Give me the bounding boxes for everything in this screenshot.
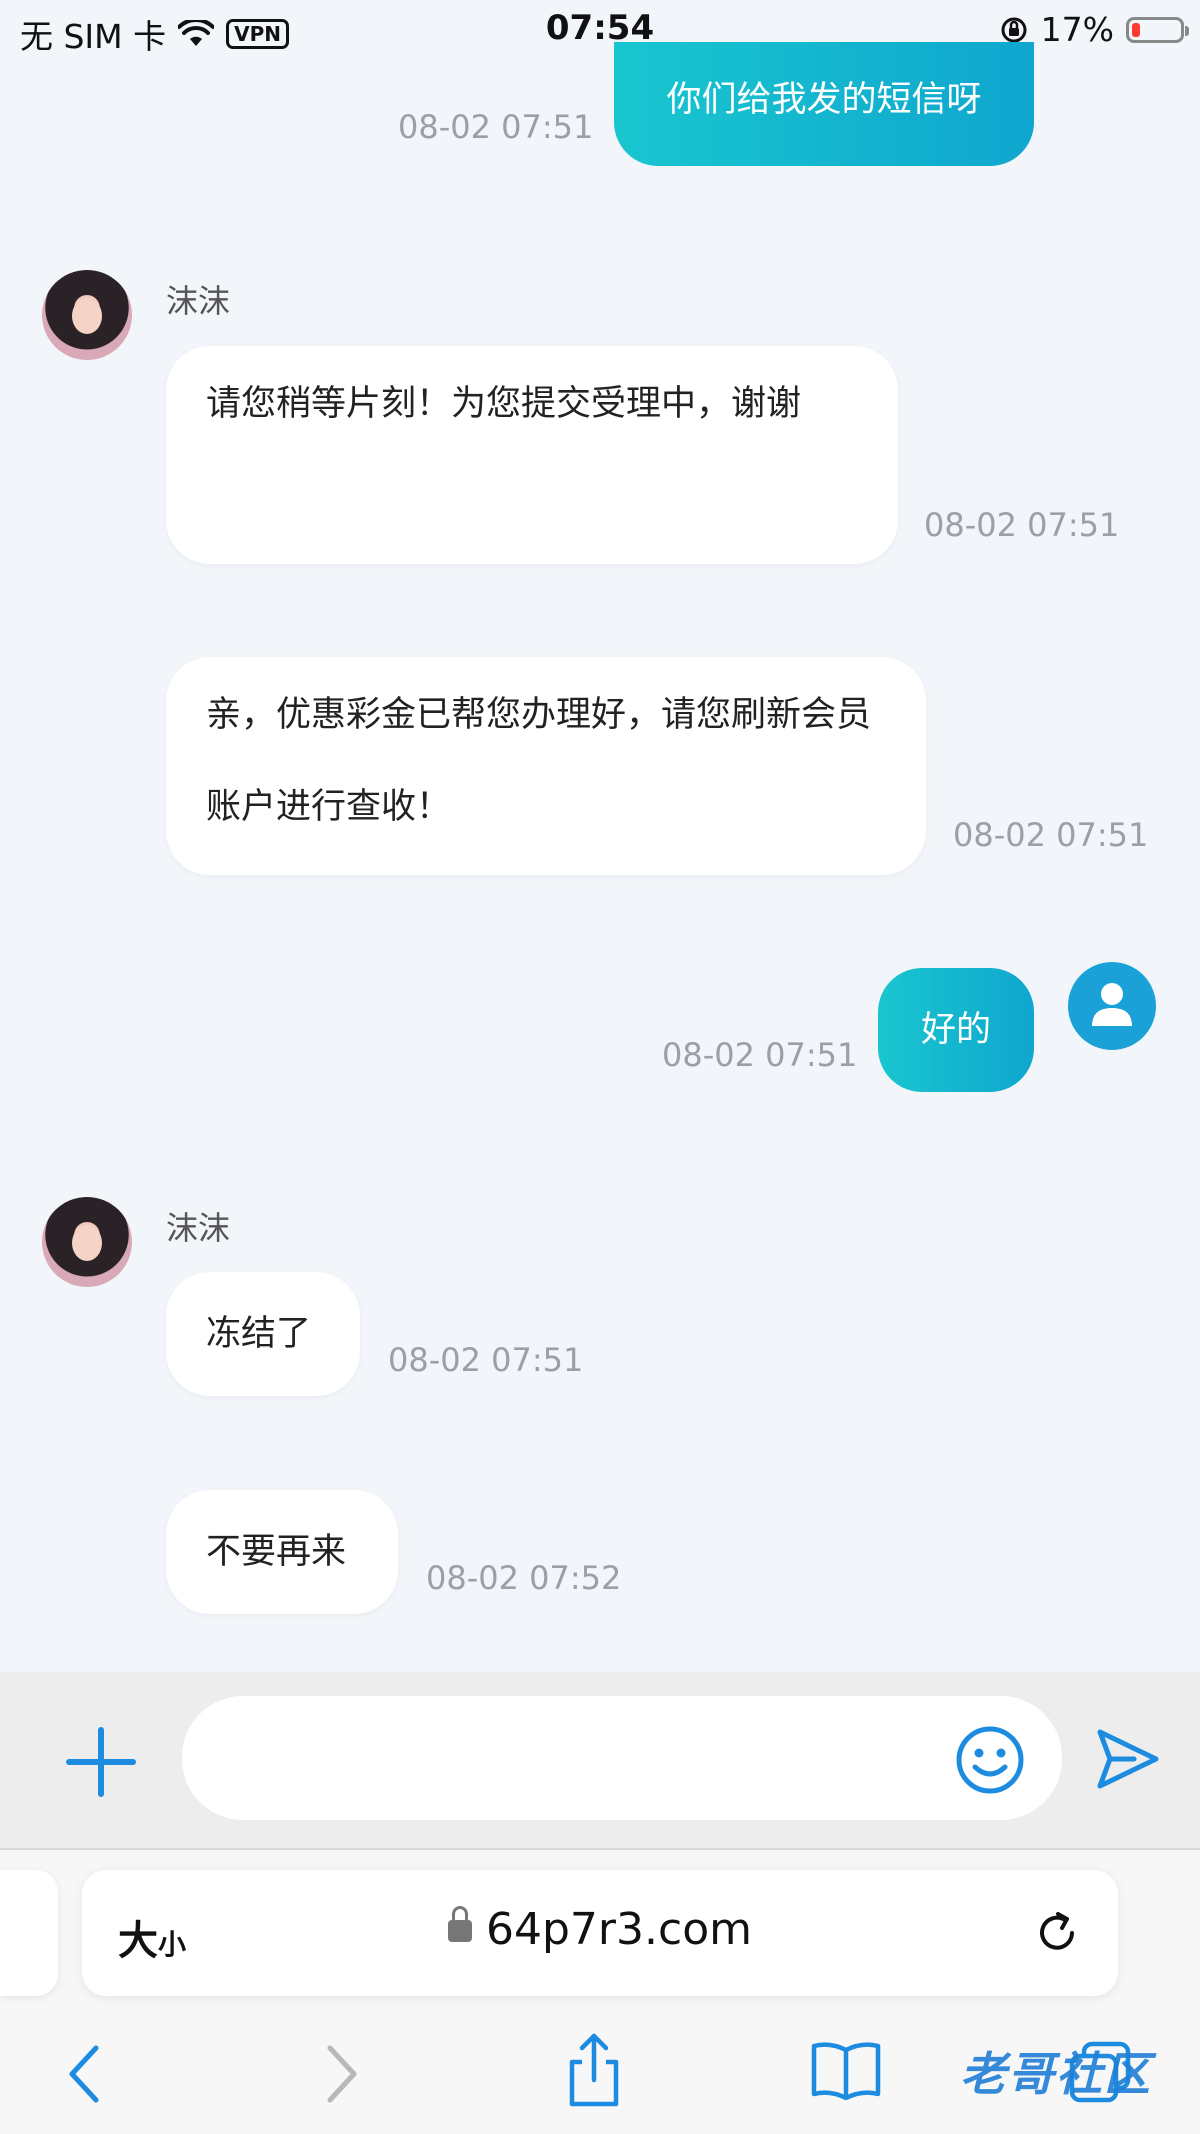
url-text: 64p7r3.com [486,1904,752,1955]
back-icon[interactable] [64,2042,104,2106]
emoji-icon[interactable] [955,1725,1025,1795]
message-bubble-incoming[interactable]: 冻结了 [166,1272,360,1396]
url-display[interactable]: 64p7r3.com [82,1904,1118,1955]
agent-avatar[interactable] [42,1197,132,1287]
sender-name: 沫沫 [166,1209,231,1247]
message-bubble-incoming[interactable]: 亲，优惠彩金已帮您办理好，请您刷新会员账户进行查收！ [166,657,926,875]
message-timestamp: 08-02 07:52 [426,1559,622,1597]
agent-avatar[interactable] [42,270,132,360]
reload-icon[interactable] [1032,1908,1082,1958]
chat-messages[interactable]: 你们给我发的短信呀 08-02 07:51 沫沫 请您稍等片刻！为您提交受理中，… [0,0,1200,1672]
site-watermark-logo: 老哥社区 [960,2047,1152,2101]
message-timestamp: 08-02 07:51 [388,1341,584,1379]
forward-icon[interactable] [322,2042,362,2106]
bookmarks-icon[interactable] [810,2040,882,2100]
address-bar[interactable]: 大小 64p7r3.com [82,1870,1118,1996]
sender-name: 沫沫 [166,282,231,320]
send-icon[interactable] [1096,1728,1160,1790]
message-bubble-outgoing[interactable]: 好的 [878,968,1034,1092]
message-bubble-incoming[interactable]: 请您稍等片刻！为您提交受理中，谢谢 [166,346,898,564]
composer-bar [0,1672,1200,1850]
lock-icon [448,1906,473,1942]
message-timestamp: 08-02 07:51 [662,1036,858,1074]
message-bubble-outgoing[interactable]: 你们给我发的短信呀 [614,42,1034,166]
user-icon [1092,983,1132,1026]
share-icon[interactable] [564,2032,624,2108]
message-bubble-incoming[interactable]: 不要再来 [166,1490,398,1614]
message-timestamp: 08-02 07:51 [398,108,594,146]
user-avatar[interactable] [1068,962,1156,1050]
previous-tab-peek[interactable] [0,1870,58,1996]
browser-chrome: 大小 64p7r3.com 老哥社区 [0,1850,1200,2134]
message-timestamp: 08-02 07:51 [953,816,1149,854]
message-timestamp: 08-02 07:51 [924,506,1120,544]
add-attachment-button[interactable] [66,1727,136,1797]
message-input[interactable] [182,1696,1062,1820]
